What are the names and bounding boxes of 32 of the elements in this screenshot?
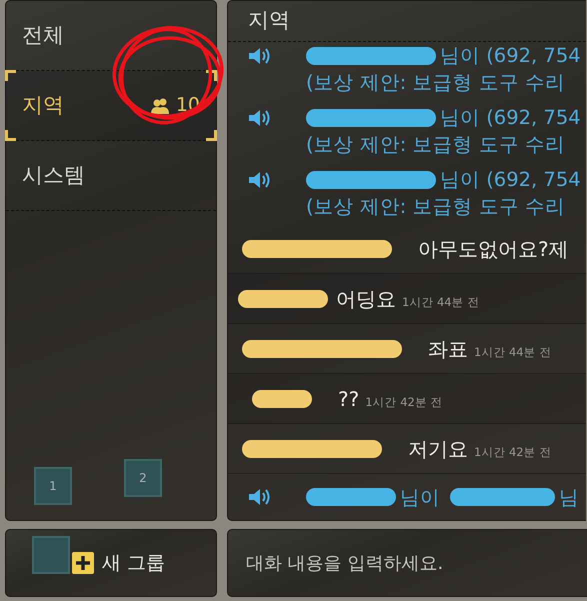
chat-tab[interactable]: 전체 <box>6 1 216 71</box>
selection-corner <box>206 130 217 141</box>
slot[interactable]: 2 <box>124 459 162 497</box>
new-group-button[interactable]: 새 그룹 <box>6 530 216 596</box>
chat-tab[interactable]: 시스템 <box>6 141 216 211</box>
notice-text: (보상 제안: 보급형 도구 수리 <box>306 194 566 220</box>
chat-title: 지역 <box>228 1 586 42</box>
selection-corner <box>5 70 16 81</box>
notice-text: (보상 제안: 보급형 도구 수리 <box>306 70 566 96</box>
selection-corner <box>206 70 217 81</box>
selection-corner <box>5 130 16 141</box>
notice-text: 님이 <box>400 484 440 510</box>
people-icon <box>150 98 170 114</box>
plus-icon <box>72 552 94 574</box>
chat-message: 좌표 1시간 44분 전 <box>428 336 552 362</box>
notice-text: 님이 (692, 754 <box>440 105 581 131</box>
chat-message: 저기요 1시간 42분 전 <box>408 436 552 462</box>
chat-message: ?? 1시간 42분 전 <box>338 386 442 412</box>
speaker-icon <box>248 46 272 66</box>
notice-text: 님 <box>559 484 579 510</box>
chat-input[interactable]: 대화 내용을 입력하세요. <box>227 529 587 597</box>
speaker-icon <box>248 170 272 190</box>
notice-text: 님이 (692, 754 <box>440 167 581 193</box>
speaker-icon <box>248 487 272 507</box>
notice-text: (보상 제안: 보급형 도구 수리 <box>306 132 566 158</box>
chat-message: 아무도없어요?제 <box>418 236 569 262</box>
speaker-icon <box>248 108 272 128</box>
notice-text: 님이 (692, 754 <box>440 43 581 69</box>
chat-message: 어딩요 1시간 44분 전 <box>336 286 480 312</box>
slot[interactable]: 1 <box>34 467 72 505</box>
redaction-scribble <box>252 390 312 408</box>
slot[interactable] <box>32 536 70 574</box>
